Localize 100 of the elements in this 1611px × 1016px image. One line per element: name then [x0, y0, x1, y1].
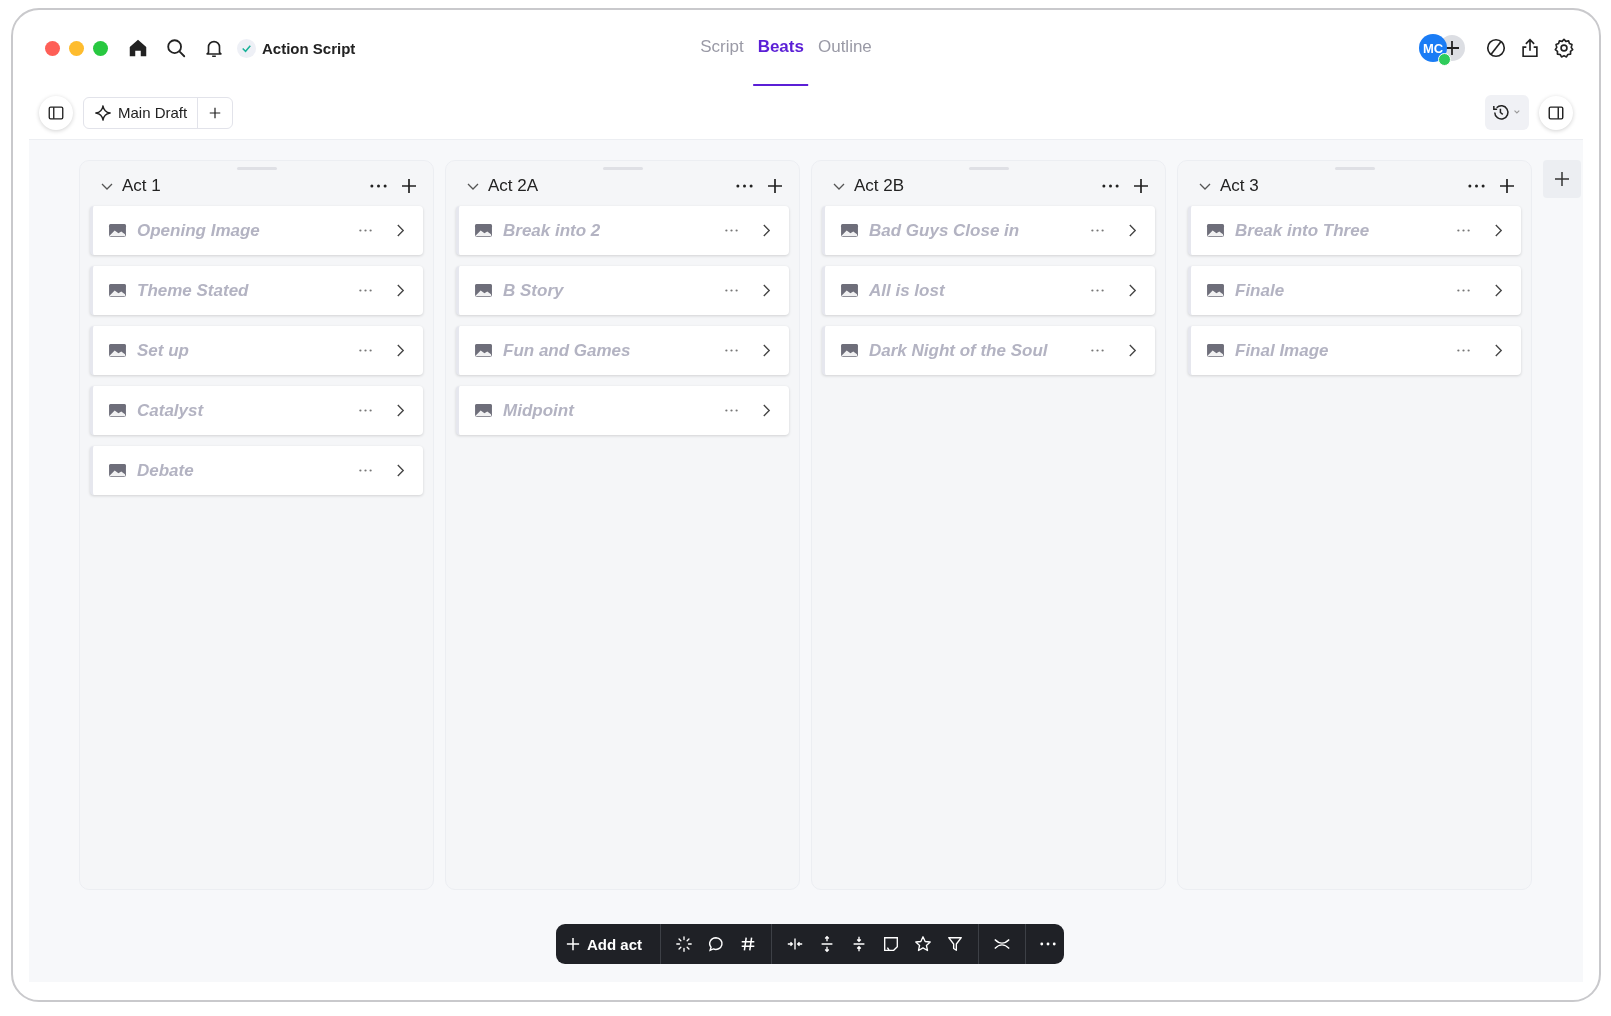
minimize-dot[interactable]: [69, 40, 84, 56]
beat-title: Catalyst: [137, 400, 205, 421]
sidebar-icon: [47, 103, 65, 122]
beat-card[interactable]: Midpoint: [456, 386, 789, 435]
beat-title: Break into 2: [503, 220, 602, 241]
panel-toggle-button[interactable]: [1539, 95, 1573, 130]
beat-card[interactable]: Break into 2: [456, 206, 789, 255]
beat-card[interactable]: Set up: [90, 326, 423, 375]
beat-card[interactable]: Bad Guys Close in: [822, 206, 1155, 255]
beat-title: Finale: [1235, 280, 1286, 301]
chevron-right-icon[interactable]: [1128, 223, 1137, 238]
chevron-right-icon[interactable]: [1494, 223, 1503, 238]
image-icon: [840, 343, 859, 358]
image-icon: [840, 223, 859, 238]
image-icon: [474, 283, 493, 298]
add-icon[interactable]: [767, 178, 783, 194]
beat-title: Midpoint: [503, 400, 576, 421]
plus-icon: [1554, 171, 1570, 187]
search-icon[interactable]: [165, 37, 187, 59]
act-title: Act 3: [1220, 176, 1260, 196]
chevron-right-icon[interactable]: [1128, 283, 1137, 298]
beat-card[interactable]: Fun and Games: [456, 326, 789, 375]
chevron-right-icon[interactable]: [1494, 283, 1503, 298]
beat-title: All is lost: [869, 280, 946, 301]
view-tab[interactable]: Script: [696, 10, 748, 86]
act-title: Act 2B: [854, 176, 906, 196]
star-icon[interactable]: [914, 935, 932, 953]
image-icon: [108, 343, 127, 358]
add-icon[interactable]: [401, 178, 417, 194]
comment-icon[interactable]: [707, 935, 725, 953]
chevron-right-icon[interactable]: [396, 403, 405, 418]
image-icon: [840, 283, 859, 298]
beat-card[interactable]: Dark Night of the Soul: [822, 326, 1155, 375]
add-icon[interactable]: [1133, 178, 1149, 194]
chevron-right-icon[interactable]: [396, 223, 405, 238]
chevron-right-icon[interactable]: [1128, 343, 1137, 358]
zoom-dot[interactable]: [93, 40, 108, 56]
more-icon[interactable]: [1102, 184, 1119, 188]
beat-card[interactable]: Theme Stated: [90, 266, 423, 315]
more-icon[interactable]: [1040, 942, 1056, 946]
sparkle-icon: [94, 103, 112, 122]
chevron-right-icon[interactable]: [396, 283, 405, 298]
beat-card[interactable]: Catalyst: [90, 386, 423, 435]
settings-icon[interactable]: [1553, 37, 1575, 59]
image-icon: [108, 463, 127, 478]
user-avatar[interactable]: MC: [1419, 34, 1447, 62]
view-tab[interactable]: Outline: [813, 10, 876, 86]
more-icon[interactable]: [1468, 184, 1485, 188]
beat-card[interactable]: All is lost: [822, 266, 1155, 315]
beat-card[interactable]: B Story: [456, 266, 789, 315]
beat-title: Debate: [137, 460, 195, 481]
panel-icon: [1547, 103, 1565, 122]
beat-title: Break into Three: [1235, 220, 1371, 241]
image-icon: [108, 223, 127, 238]
beat-title: Theme Stated: [137, 280, 250, 301]
more-icon[interactable]: [736, 184, 753, 188]
share-icon[interactable]: [1519, 37, 1541, 59]
hashtag-icon[interactable]: [739, 935, 757, 953]
home-icon[interactable]: [127, 37, 149, 59]
image-icon: [474, 403, 493, 418]
image-icon: [1206, 343, 1225, 358]
image-icon: [108, 283, 127, 298]
sidebar-toggle-button[interactable]: [39, 95, 73, 130]
image-icon: [1206, 283, 1225, 298]
add-act-button[interactable]: Add act: [562, 935, 646, 953]
plus-icon: [566, 937, 580, 951]
beat-title: B Story: [503, 280, 565, 301]
add-icon[interactable]: [1499, 178, 1515, 194]
beat-title: Fun and Games: [503, 340, 632, 361]
beat-card[interactable]: Finale: [1188, 266, 1521, 315]
beat-card[interactable]: Opening Image: [90, 206, 423, 255]
beat-title: Final Image: [1235, 340, 1330, 361]
note-icon[interactable]: [882, 935, 900, 953]
beat-card[interactable]: Break into Three: [1188, 206, 1521, 255]
close-dot[interactable]: [45, 40, 60, 56]
chevron-right-icon[interactable]: [396, 343, 405, 358]
document-title: Action Script: [262, 39, 356, 57]
image-icon: [474, 223, 493, 238]
plus-icon: [208, 105, 223, 120]
image-icon: [108, 403, 127, 418]
image-icon: [474, 343, 493, 358]
beat-title: Set up: [137, 340, 190, 361]
chevron-right-icon[interactable]: [762, 283, 771, 298]
chevron-right-icon[interactable]: [762, 403, 771, 418]
add-column-button[interactable]: [1543, 160, 1581, 198]
history-button[interactable]: [1485, 95, 1529, 130]
beat-card[interactable]: Debate: [90, 446, 423, 495]
image-icon: [1206, 223, 1225, 238]
beat-title: Opening Image: [137, 220, 261, 241]
act-title: Act 1: [122, 176, 162, 196]
chevron-right-icon[interactable]: [762, 343, 771, 358]
chevron-right-icon[interactable]: [762, 223, 771, 238]
sparkle-icon[interactable]: [675, 935, 693, 953]
chevron-right-icon[interactable]: [396, 463, 405, 478]
beat-title: Dark Night of the Soul: [869, 340, 1049, 361]
beat-title: Bad Guys Close in: [869, 220, 1021, 241]
chevron-right-icon[interactable]: [1494, 343, 1503, 358]
filter-icon[interactable]: [946, 935, 964, 953]
beat-card[interactable]: Final Image: [1188, 326, 1521, 375]
more-icon[interactable]: [370, 184, 387, 188]
